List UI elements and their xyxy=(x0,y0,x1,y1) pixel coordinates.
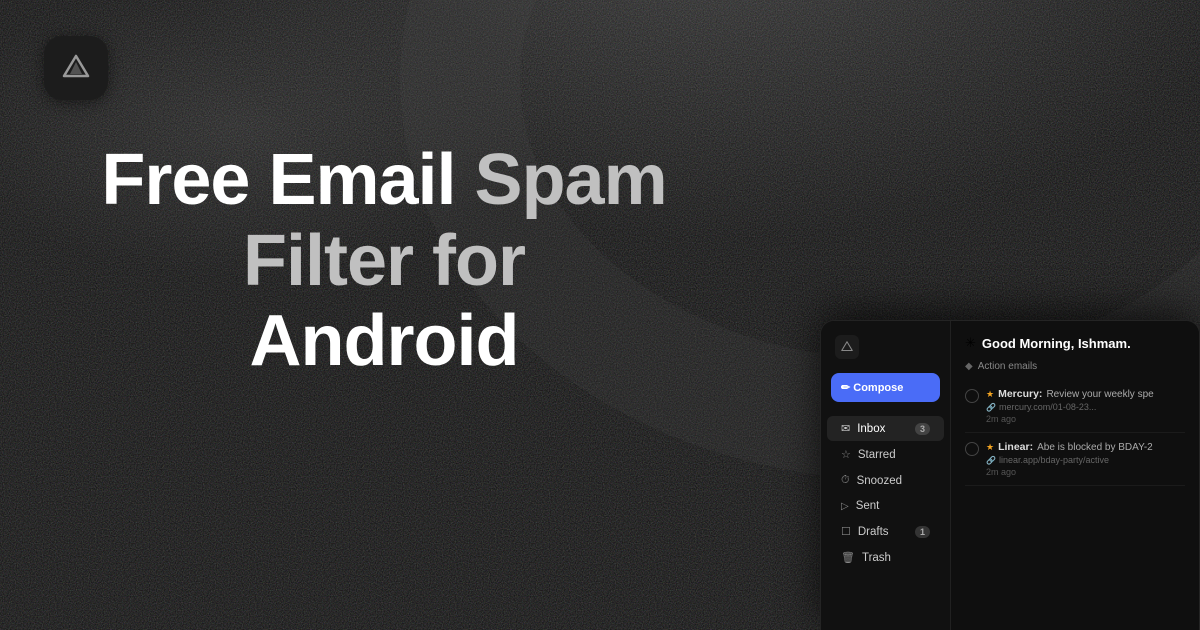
app-mockup: ✏ Compose ✉ Inbox 3 ☆ Starred ⏱ Sno xyxy=(820,320,1200,630)
email-sender-2: Linear: xyxy=(998,441,1033,453)
main-headline: Good Morning, Ishmam. Free Email Spam Fi… xyxy=(44,140,724,382)
main-content: ✳ Good Morning, Ishmam. ◆ Action emails … xyxy=(951,321,1199,630)
email-link-1: 🔗 mercury.com/01-08-23... xyxy=(986,402,1185,412)
trash-icon: 🗑 xyxy=(841,551,855,564)
greeting-sun-icon: ✳ xyxy=(965,335,976,351)
section-label-row: ◆ Action emails xyxy=(965,361,1185,372)
email-content-1: ★ Mercury: Review your weekly spe 🔗 merc… xyxy=(986,388,1185,424)
email-time-1: 2m ago xyxy=(986,414,1185,424)
logo-wrapper xyxy=(44,36,108,100)
sent-label: Sent xyxy=(856,500,880,512)
sidebar-logo-icon xyxy=(835,335,859,359)
email-time-2: 2m ago xyxy=(986,467,1185,477)
sidebar-logo xyxy=(821,335,950,373)
greeting-row: ✳ Good Morning, Ishmam. xyxy=(965,335,1185,351)
drafts-label: Drafts xyxy=(858,526,889,538)
headline-section: Good Morning, Ishmam. Free Email Spam Fi… xyxy=(44,140,724,382)
drafts-icon: ☐ xyxy=(841,525,851,538)
email-item-mercury[interactable]: ★ Mercury: Review your weekly spe 🔗 merc… xyxy=(965,380,1185,433)
mockup-window: ✏ Compose ✉ Inbox 3 ☆ Starred ⏱ Sno xyxy=(820,320,1200,630)
inbox-label: Inbox xyxy=(857,423,885,435)
email-item-linear[interactable]: ★ Linear: Abe is blocked by BDAY-2 🔗 lin… xyxy=(965,433,1185,486)
email-sender-1: Mercury: xyxy=(998,388,1042,400)
nav-item-drafts[interactable]: ☐ Drafts 1 xyxy=(827,519,944,544)
inbox-badge: 3 xyxy=(915,423,930,435)
sidebar: ✏ Compose ✉ Inbox 3 ☆ Starred ⏱ Sno xyxy=(821,321,951,630)
section-diamond-icon: ◆ xyxy=(965,361,973,372)
inbox-icon: ✉ xyxy=(841,422,850,435)
logo-icon xyxy=(60,52,92,84)
email-link-2: 🔗 linear.app/bday-party/active xyxy=(986,455,1185,465)
greeting-text: Good Morning, Ishmam. xyxy=(982,336,1131,351)
snoozed-label: Snoozed xyxy=(857,475,902,487)
trash-label: Trash xyxy=(862,552,891,564)
nav-item-sent[interactable]: ▷ Sent xyxy=(827,494,944,518)
nav-item-inbox[interactable]: ✉ Inbox 3 xyxy=(827,416,944,441)
sent-icon: ▷ xyxy=(841,501,849,512)
starred-label: Starred xyxy=(858,449,896,461)
nav-item-trash[interactable]: 🗑 Trash xyxy=(827,545,944,570)
email-checkbox-2[interactable] xyxy=(965,442,979,456)
email-checkbox-1[interactable] xyxy=(965,389,979,403)
compose-button[interactable]: ✏ Compose xyxy=(831,373,940,402)
starred-icon: ☆ xyxy=(841,448,851,461)
drafts-badge: 1 xyxy=(915,526,930,538)
email-subject-2: Abe is blocked by BDAY-2 xyxy=(1037,442,1153,453)
nav-item-starred[interactable]: ☆ Starred xyxy=(827,442,944,467)
email-star-1: ★ xyxy=(986,389,994,400)
logo-box xyxy=(44,36,108,100)
email-content-2: ★ Linear: Abe is blocked by BDAY-2 🔗 lin… xyxy=(986,441,1185,477)
snoozed-icon: ⏱ xyxy=(841,474,850,487)
compose-label: ✏ Compose xyxy=(841,381,903,394)
nav-item-snoozed[interactable]: ⏱ Snoozed xyxy=(827,468,944,493)
section-label-text: Action emails xyxy=(978,361,1037,372)
email-subject-1: Review your weekly spe xyxy=(1046,389,1153,400)
email-star-2: ★ xyxy=(986,442,994,453)
